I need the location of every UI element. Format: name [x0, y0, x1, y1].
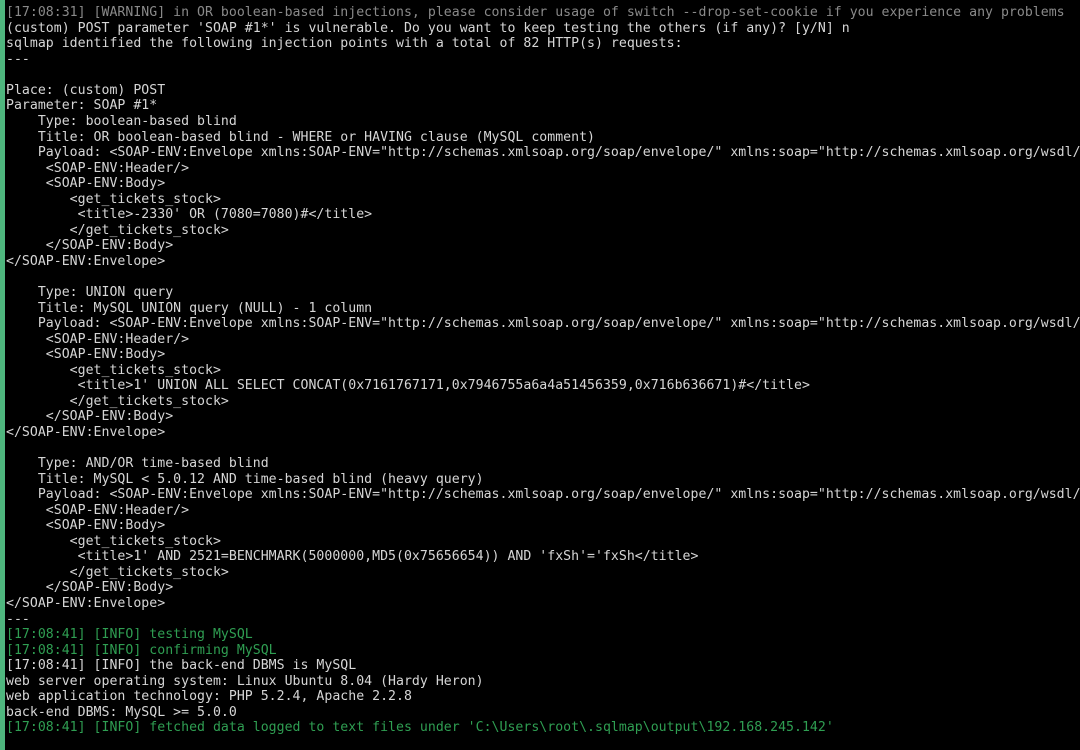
console-line: Type: AND/OR time-based blind: [6, 456, 269, 472]
console-line: web application technology: PHP 5.2.4, A…: [6, 689, 412, 705]
console-line: web server operating system: Linux Ubunt…: [6, 673, 484, 689]
console-line: <get_tickets_stock>: [6, 533, 221, 549]
terminal-window: [17:08:31] [WARNING] in OR boolean-based…: [0, 0, 1080, 750]
console-line: </SOAP-ENV:Body>: [6, 409, 174, 425]
console-line: Place: (custom) POST: [6, 82, 166, 98]
console-line: ---: [6, 51, 30, 67]
console-line: Parameter: SOAP #1*: [6, 98, 158, 114]
console-line: <SOAP-ENV:Body>: [6, 176, 166, 192]
console-line: [17:08:41] [INFO] the back-end DBMS is M…: [6, 658, 357, 674]
console-line: <SOAP-ENV:Body>: [6, 347, 166, 363]
console-line: [17:08:41] [INFO] testing MySQL: [6, 627, 253, 643]
console-line: </get_tickets_stock>: [6, 564, 229, 580]
console-line: </SOAP-ENV:Envelope>: [6, 253, 166, 269]
console-output-text: [17:08:31] [WARNING] in OR boolean-based…: [0, 5, 1080, 750]
console-line: Payload: <SOAP-ENV:Envelope xmlns:SOAP-E…: [6, 316, 1080, 332]
console-line: <get_tickets_stock>: [6, 191, 221, 207]
console-line: Payload: <SOAP-ENV:Envelope xmlns:SOAP-E…: [6, 145, 1080, 161]
console-line: [17:08:31] [WARNING] in OR boolean-based…: [6, 5, 1065, 21]
console-line: </SOAP-ENV:Body>: [6, 580, 174, 596]
console-line: <title>1' AND 2521=BENCHMARK(5000000,MD5…: [6, 549, 699, 565]
console-line: <SOAP-ENV:Header/>: [6, 160, 190, 176]
console-line: <SOAP-ENV:Header/>: [6, 331, 190, 347]
console-line: Title: MySQL < 5.0.12 AND time-based bli…: [6, 471, 484, 487]
console-line: (custom) POST parameter 'SOAP #1*' is vu…: [6, 20, 850, 36]
console-line: </SOAP-ENV:Envelope>: [6, 595, 166, 611]
console-line: </get_tickets_stock>: [6, 222, 229, 238]
console-line: <title>1' UNION ALL SELECT CONCAT(0x7161…: [6, 378, 810, 394]
console-line: <title>-2330' OR (7080=7080)#</title>: [6, 207, 373, 223]
console-line: [17:08:41] [INFO] confirming MySQL: [6, 642, 277, 658]
console-line: Title: MySQL UNION query (NULL) - 1 colu…: [6, 300, 373, 316]
console-line: [17:08:41] [INFO] fetched data logged to…: [6, 720, 834, 736]
console-line: </SOAP-ENV:Envelope>: [6, 424, 166, 440]
console-line: Type: UNION query: [6, 285, 174, 301]
console-line: </SOAP-ENV:Body>: [6, 238, 174, 254]
console-line: <get_tickets_stock>: [6, 362, 221, 378]
console-line: </get_tickets_stock>: [6, 393, 229, 409]
terminal-left-scrollbar[interactable]: [0, 0, 5, 750]
console-line: sqlmap identified the following injectio…: [6, 36, 683, 52]
console-line: ---: [6, 611, 30, 627]
console-line: Payload: <SOAP-ENV:Envelope xmlns:SOAP-E…: [6, 487, 1080, 503]
console-line: Title: OR boolean-based blind - WHERE or…: [6, 129, 596, 145]
console-line: <SOAP-ENV:Body>: [6, 518, 166, 534]
console-line: <SOAP-ENV:Header/>: [6, 502, 190, 518]
console-line: Type: boolean-based blind: [6, 114, 237, 130]
console-line: back-end DBMS: MySQL >= 5.0.0: [6, 704, 237, 720]
